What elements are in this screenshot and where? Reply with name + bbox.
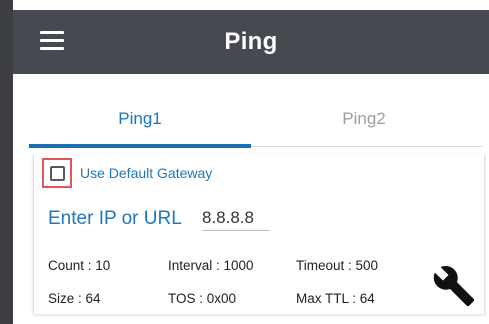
count-field[interactable]: Count : 10 [48,258,110,273]
main-content: Ping1 Ping2 Use Default Gateway Enter IP… [13,74,489,324]
active-tab-indicator [29,144,251,148]
tab-divider [251,146,483,147]
checkbox-box[interactable] [50,166,65,181]
tab-bar: Ping1 Ping2 [29,94,483,150]
app-bar: Ping [13,10,489,74]
tab-ping1[interactable]: Ping1 [29,94,251,144]
default-gateway-label[interactable]: Use Default Gateway [80,165,212,181]
ping-settings-card: Use Default Gateway Enter IP or URL Coun… [33,154,485,314]
size-field[interactable]: Size : 64 [48,291,101,306]
tos-field[interactable]: TOS : 0x00 [168,291,236,306]
left-edge-strip [0,0,13,324]
default-gateway-checkbox[interactable] [42,158,72,188]
wrench-icon[interactable] [432,264,476,308]
ip-url-input[interactable] [202,206,270,231]
timeout-field[interactable]: Timeout : 500 [296,258,378,273]
interval-field[interactable]: Interval : 1000 [168,258,254,273]
target-label: Enter IP or URL [48,208,182,229]
page-title: Ping [224,28,278,55]
max-ttl-field[interactable]: Max TTL : 64 [296,291,375,306]
tab-ping2[interactable]: Ping2 [253,94,475,144]
